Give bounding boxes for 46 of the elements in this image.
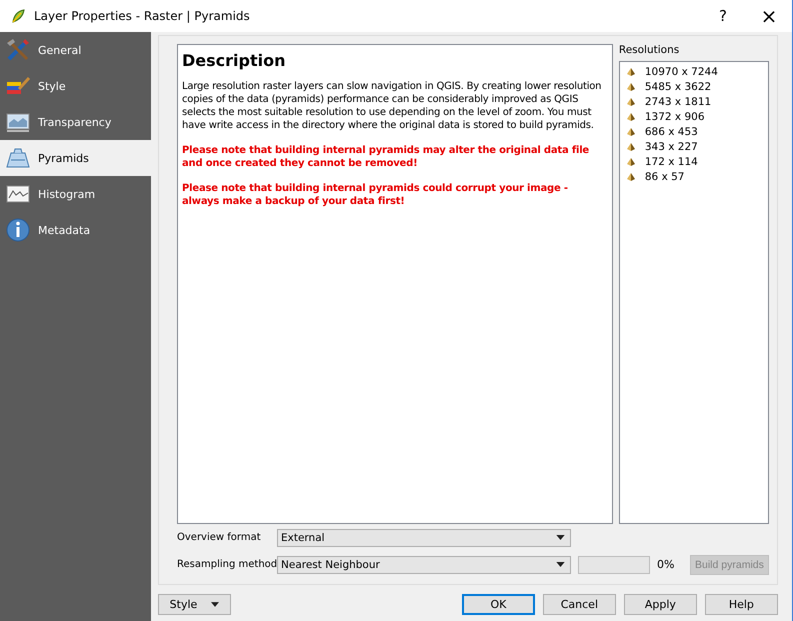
caret-icon	[556, 535, 565, 540]
style-button[interactable]: Style	[158, 594, 231, 614]
sidebar-item[interactable]: Histogram	[0, 176, 151, 212]
sidebar-item[interactable]: Metadata	[0, 212, 151, 248]
resampling-method-dropdown[interactable]: Nearest Neighbour	[277, 556, 571, 574]
description-heading: Description	[182, 51, 286, 70]
sidebar-item[interactable]: Style	[0, 68, 151, 104]
tools-icon	[5, 37, 31, 63]
dialog-button[interactable]: Help	[704, 594, 778, 614]
warning-text: Please note that building internal pyramids could corrupt your image - always make a backup of your data first!	[182, 182, 569, 208]
pyramid-icon	[626, 66, 636, 76]
sidebar-item[interactable]: General	[0, 32, 151, 68]
sidebar-item[interactable]: Transparency	[0, 104, 151, 140]
dialog-button[interactable]: Apply	[624, 594, 697, 614]
sidebar-item[interactable]: Pyramids	[0, 140, 151, 176]
pyramid-icon	[626, 156, 636, 166]
pyramid-icon	[626, 112, 636, 122]
resolution-item[interactable]: 5485 x 3622	[620, 79, 768, 94]
pyramid-icon	[626, 96, 636, 106]
pyramid-icon	[626, 126, 636, 136]
pyramid-icon	[626, 82, 636, 92]
resolution-item[interactable]: 86 x 57	[620, 169, 768, 184]
info-icon	[5, 217, 31, 243]
help-button[interactable]: ?	[700, 7, 746, 25]
dialog-button[interactable]: OK	[462, 594, 535, 614]
resolutions-label: Resolutions	[618, 44, 680, 56]
caret-icon	[211, 602, 220, 606]
resampling-method-label: Resampling method	[177, 559, 277, 570]
window-title: Layer Properties - Raster | Pyramids	[34, 9, 251, 23]
resolution-item[interactable]: 686 x 453	[620, 124, 768, 139]
resolution-item[interactable]: 1372 x 906	[620, 109, 768, 124]
description-text: Large resolution raster layers can slow navigation in QGIS. By creating lower resolution copies of the data (pyramids) performance can be considerably improved as QGIS selects the most suitable resolution to use depending on the level of zoom. You must have write access in the directory where the original data is stored to build pyramids.	[182, 80, 602, 132]
pyramid-icon	[626, 142, 636, 152]
close-button[interactable]: ×	[746, 4, 792, 28]
resolution-item[interactable]: 2743 x 1811	[620, 94, 768, 109]
leaf-icon	[10, 8, 26, 24]
overview-format-dropdown[interactable]: External	[277, 528, 571, 546]
dialog-button[interactable]: Cancel	[542, 594, 616, 614]
caret-icon	[556, 562, 565, 567]
pyramid-icon	[626, 172, 636, 182]
resolution-item[interactable]: 172 x 114	[620, 154, 768, 169]
resolution-item[interactable]: 10970 x 7244	[620, 64, 768, 79]
overview-format-label: Overview format	[177, 532, 262, 543]
resolution-item[interactable]: 343 x 227	[620, 139, 768, 154]
warning-text: Please note that building internal pyramids may alter the original data file and once created they cannot be removed!	[182, 144, 590, 170]
progress-reading: 0%	[657, 558, 676, 571]
